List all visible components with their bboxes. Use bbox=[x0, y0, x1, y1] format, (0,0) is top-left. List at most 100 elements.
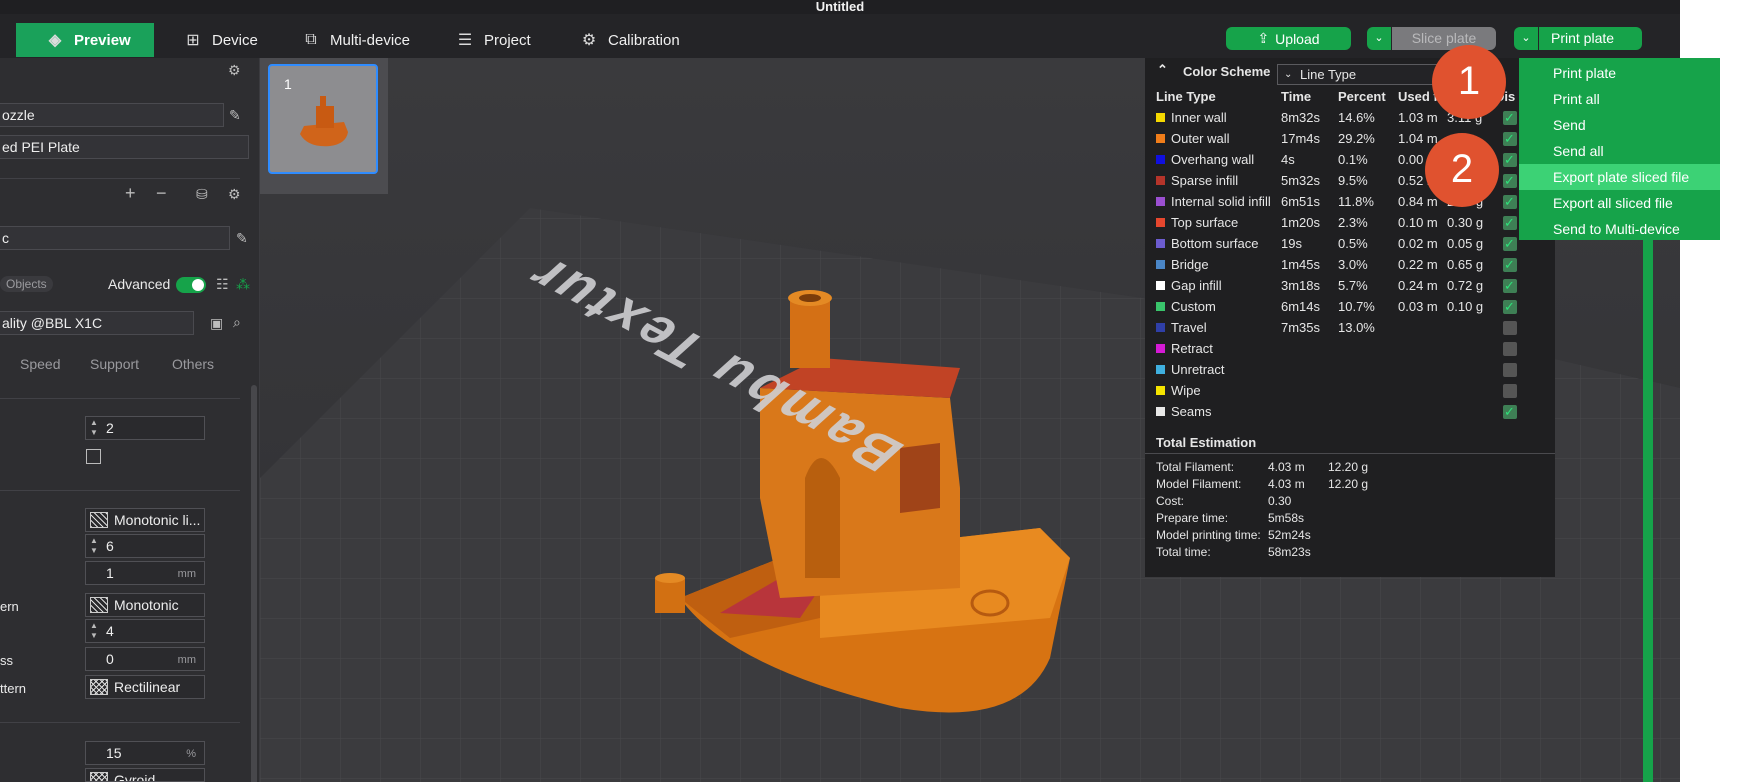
left-sidebar: ⚙ ozzle ✎ ed PEI Plate + − ⛁ ⚙ c ✎ Objec… bbox=[0, 58, 260, 782]
slice-dropdown-toggle[interactable]: ⌄ bbox=[1367, 27, 1391, 50]
display-checkbox[interactable] bbox=[1503, 212, 1517, 233]
length-value: 1.03 m bbox=[1398, 110, 1438, 125]
bottom-shell-thickness-input[interactable]: 0 mm bbox=[85, 647, 205, 671]
save-icon[interactable]: ▣ bbox=[210, 315, 223, 332]
tab-label: Device bbox=[212, 31, 258, 49]
menu-item-export-plate-sliced-file[interactable]: Export plate sliced file bbox=[1519, 164, 1720, 190]
upload-button[interactable]: ⇪ Upload bbox=[1226, 27, 1351, 50]
display-checkbox[interactable] bbox=[1503, 321, 1517, 335]
display-checkbox[interactable] bbox=[1503, 363, 1517, 377]
line-type-name: Overhang wall bbox=[1171, 152, 1255, 167]
top-shell-layers-input[interactable]: ▲ ▼ 6 bbox=[85, 534, 205, 558]
tab-support[interactable]: Support bbox=[90, 356, 139, 372]
line-type-select[interactable]: ⌄ Line Type bbox=[1277, 64, 1457, 85]
top-shell-thickness-input[interactable]: 1 mm bbox=[85, 561, 205, 585]
total-row: Prepare time: 5m58s bbox=[1156, 511, 1556, 529]
percent-value: 14.6% bbox=[1338, 110, 1375, 125]
display-checkbox[interactable] bbox=[1503, 170, 1517, 191]
total-label: Total Filament: bbox=[1156, 460, 1235, 474]
list-icon[interactable]: ☷ bbox=[216, 276, 229, 293]
line-type-name: Bottom surface bbox=[1171, 236, 1259, 251]
color-swatch bbox=[1156, 281, 1165, 290]
top-surface-pattern-select[interactable]: Monotonic li... bbox=[85, 508, 205, 532]
device-icon: ⊞ bbox=[186, 32, 200, 49]
color-swatch bbox=[1156, 365, 1165, 374]
display-checkbox[interactable] bbox=[1503, 128, 1517, 149]
display-checkbox[interactable] bbox=[1503, 254, 1517, 275]
tab-speed[interactable]: Speed bbox=[20, 356, 60, 372]
process-preset-field[interactable]: ality @BBL X1C bbox=[0, 311, 194, 335]
chevron-down-icon: ⌄ bbox=[1284, 69, 1293, 80]
total-value: 0.30 bbox=[1268, 494, 1292, 508]
search-icon[interactable]: ⌕ bbox=[233, 314, 241, 331]
percent-value: 29.2% bbox=[1338, 131, 1375, 146]
tab-calibration[interactable]: ⚙ Calibration bbox=[580, 25, 680, 55]
length-value: 0.00 bbox=[1398, 152, 1424, 167]
line-type-name: Retract bbox=[1171, 341, 1213, 356]
display-checkbox[interactable] bbox=[1503, 384, 1517, 398]
plate-thumbnail[interactable]: 1 bbox=[268, 64, 378, 174]
print-plate-button[interactable]: Print plate bbox=[1539, 27, 1642, 50]
stepper-arrows-icon[interactable]: ▲ ▼ bbox=[90, 621, 98, 641]
plate-type-field[interactable]: ed PEI Plate bbox=[0, 135, 249, 159]
advanced-toggle[interactable] bbox=[176, 277, 206, 293]
infill-density-input[interactable]: 15% bbox=[85, 741, 205, 765]
gear-icon[interactable]: ⚙ bbox=[228, 62, 241, 79]
stepper-arrows-icon[interactable]: ▲ ▼ bbox=[90, 418, 98, 438]
remove-icon[interactable]: − bbox=[156, 183, 167, 204]
display-checkbox[interactable] bbox=[1503, 275, 1517, 296]
tab-project[interactable]: ☰ Project bbox=[456, 25, 531, 55]
filament-sync-icon[interactable]: ⛁ bbox=[196, 186, 208, 203]
color-swatch bbox=[1156, 239, 1165, 248]
wall-loops-input[interactable]: ▲ ▼ 2 bbox=[85, 416, 205, 440]
sidebar-scrollbar[interactable] bbox=[251, 385, 257, 782]
menu-item-print-all[interactable]: Print all bbox=[1519, 86, 1720, 112]
display-checkbox[interactable] bbox=[1503, 233, 1517, 254]
gear-icon[interactable]: ⚙ bbox=[228, 186, 241, 203]
line-type-name: Sparse infill bbox=[1171, 173, 1239, 188]
display-checkbox[interactable] bbox=[1503, 401, 1517, 422]
value: 4 bbox=[106, 623, 114, 639]
menu-item-print-plate[interactable]: Print plate bbox=[1519, 60, 1720, 86]
edit-icon[interactable]: ✎ bbox=[229, 107, 241, 124]
layer-slider-track[interactable] bbox=[1643, 240, 1653, 782]
bottom-surface-pattern-select[interactable]: Monotonic bbox=[85, 593, 205, 617]
tab-device[interactable]: ⊞ Device bbox=[184, 25, 258, 55]
value: 0 bbox=[106, 651, 114, 667]
value: 1 bbox=[106, 565, 114, 581]
step-callout-1: 1 bbox=[1432, 45, 1506, 119]
internal-solid-infill-pattern-select[interactable]: Rectilinear bbox=[85, 675, 205, 699]
total-label: Cost: bbox=[1156, 494, 1185, 508]
print-dropdown-toggle[interactable]: ⌄ bbox=[1514, 27, 1538, 50]
sparse-infill-pattern-select[interactable]: Gyroid bbox=[85, 768, 205, 782]
menu-item-send-to-multi-device[interactable]: Send to Multi-device bbox=[1519, 216, 1720, 242]
total-value: 4.03 m bbox=[1268, 460, 1305, 474]
menu-item-export-all-sliced-file[interactable]: Export all sliced file bbox=[1519, 190, 1720, 216]
display-checkbox[interactable] bbox=[1503, 107, 1517, 128]
display-checkbox[interactable] bbox=[1503, 149, 1517, 170]
display-checkbox[interactable] bbox=[1503, 342, 1517, 356]
menu-item-send-all[interactable]: Send all bbox=[1519, 138, 1720, 164]
tab-multi-device[interactable]: ⧉ Multi-device bbox=[302, 25, 410, 55]
bottom-shell-layers-input[interactable]: ▲ ▼ 4 bbox=[85, 619, 205, 643]
time-value: 1m45s bbox=[1281, 257, 1321, 272]
collapse-icon[interactable]: ⌃ bbox=[1157, 62, 1168, 78]
objects-toggle[interactable]: Objects bbox=[0, 276, 53, 292]
tab-preview[interactable]: ◈ Preview bbox=[16, 23, 154, 57]
stepper-arrows-icon[interactable]: ▲ ▼ bbox=[90, 536, 98, 556]
display-checkbox[interactable] bbox=[1503, 296, 1517, 317]
filament-field[interactable]: c bbox=[0, 226, 230, 250]
nozzle-field[interactable]: ozzle bbox=[0, 103, 224, 127]
selected-value: Line Type bbox=[1300, 67, 1357, 82]
add-icon[interactable]: + bbox=[125, 183, 136, 204]
compare-icon[interactable]: ⁂ bbox=[236, 276, 250, 293]
length-value: 0.10 m bbox=[1398, 215, 1438, 230]
display-checkbox[interactable] bbox=[1503, 191, 1517, 212]
edit-icon[interactable]: ✎ bbox=[236, 230, 248, 247]
time-value: 1m20s bbox=[1281, 215, 1321, 230]
header-time: Time bbox=[1281, 89, 1312, 104]
checkbox[interactable] bbox=[86, 449, 101, 464]
percent-value: 10.7% bbox=[1338, 299, 1375, 314]
tab-others[interactable]: Others bbox=[172, 356, 214, 372]
menu-item-send[interactable]: Send bbox=[1519, 112, 1720, 138]
